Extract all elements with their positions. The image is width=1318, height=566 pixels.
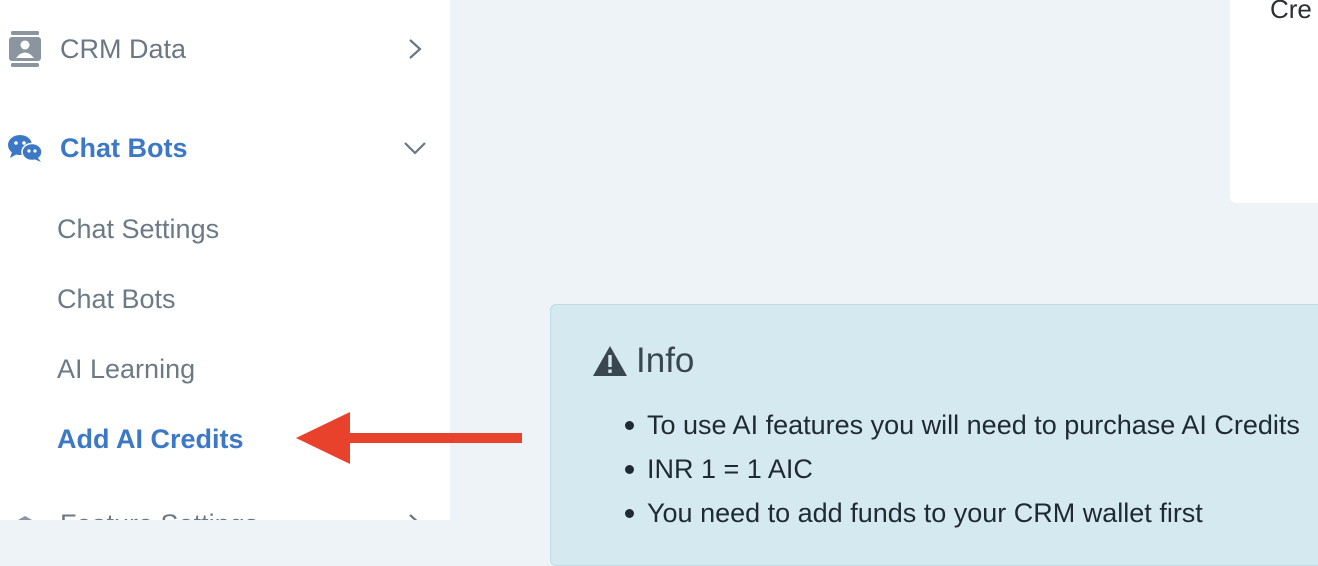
info-list: To use AI features you will need to purc… <box>625 403 1300 535</box>
chevron-right-icon <box>402 36 428 62</box>
wechat-chat-icon <box>8 131 42 165</box>
summary-card: Cre <box>1230 0 1318 203</box>
chevron-right-icon <box>402 511 428 520</box>
sidebar-subitem-chat-settings[interactable]: Chat Settings <box>57 209 219 249</box>
info-title: Info <box>592 341 694 381</box>
sidebar-item-label: Chat Bots <box>60 132 188 163</box>
settings-icon <box>8 507 42 520</box>
chevron-down-icon <box>402 135 428 161</box>
list-item: INR 1 = 1 AIC <box>625 447 1300 491</box>
sidebar-item-chat-bots[interactable]: Chat Bots <box>0 118 450 178</box>
sidebar-item-crm-data[interactable]: CRM Data <box>0 19 450 79</box>
sidebar-item-feature-settings[interactable]: Feature Settings <box>0 494 450 520</box>
list-item: To use AI features you will need to purc… <box>625 403 1300 447</box>
sidebar-subitem-chat-bots[interactable]: Chat Bots <box>57 279 176 319</box>
info-title-text: Info <box>636 341 695 380</box>
annotation-arrow <box>296 412 522 464</box>
sidebar-item-label: CRM Data <box>60 33 187 64</box>
card-text: Cre <box>1270 0 1312 24</box>
contact-card-icon <box>8 31 42 67</box>
info-alert: Info To use AI features you will need to… <box>550 304 1318 566</box>
sidebar-subitem-add-ai-credits[interactable]: Add AI Credits <box>57 419 244 459</box>
list-item: You need to add funds to your CRM wallet… <box>625 491 1300 535</box>
sidebar-subitem-ai-learning[interactable]: AI Learning <box>57 349 195 389</box>
warning-triangle-icon <box>592 345 628 377</box>
sidebar-item-label: Feature Settings <box>60 509 258 521</box>
